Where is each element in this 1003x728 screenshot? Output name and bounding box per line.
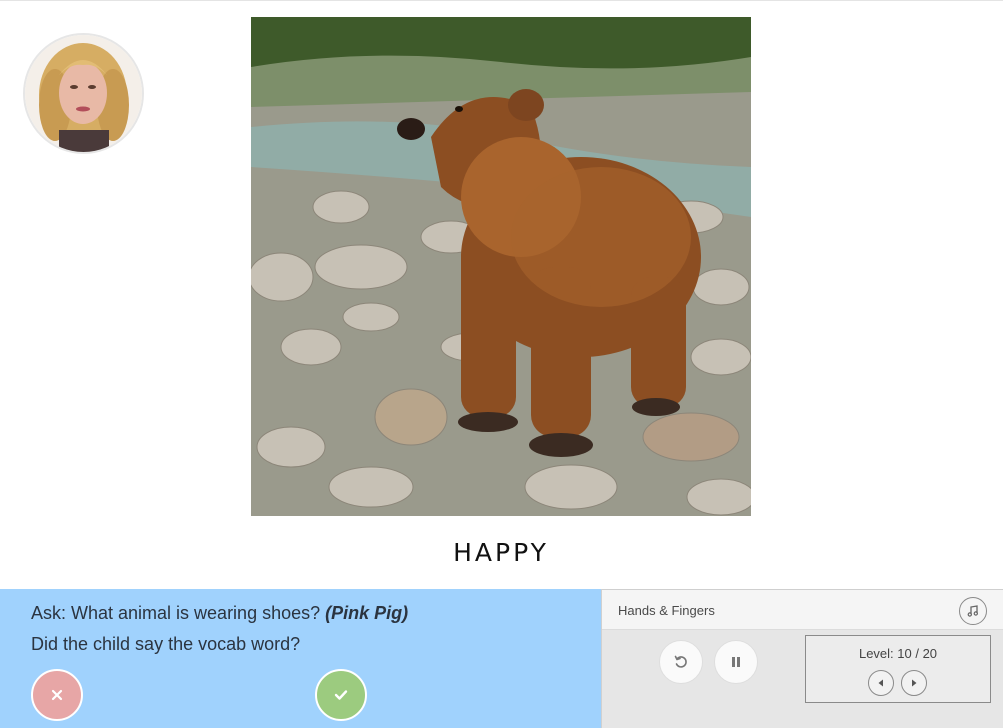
level-indicator: Level: 10 / 20 bbox=[858, 646, 938, 661]
no-button[interactable] bbox=[31, 669, 83, 721]
previous-level-button[interactable] bbox=[868, 670, 894, 696]
music-button[interactable] bbox=[959, 597, 987, 625]
activity-title: Hands & Fingers bbox=[618, 603, 715, 618]
close-icon bbox=[51, 689, 63, 701]
ask-text: Ask: What animal is wearing shoes? bbox=[31, 603, 321, 623]
player-panel: Hands & Fingers Level: 10 / 20 bbox=[601, 589, 1003, 728]
triangle-right-icon bbox=[912, 679, 917, 687]
top-divider bbox=[0, 0, 1003, 1]
restart-button[interactable] bbox=[659, 640, 703, 684]
vocab-image bbox=[251, 17, 751, 516]
pause-icon bbox=[732, 657, 740, 667]
triangle-left-icon bbox=[878, 679, 883, 687]
instructor-avatar bbox=[23, 33, 144, 154]
restart-icon bbox=[674, 655, 687, 668]
yes-button[interactable] bbox=[315, 669, 367, 721]
next-level-button[interactable] bbox=[901, 670, 927, 696]
expected-answer: (Pink Pig) bbox=[325, 603, 409, 623]
vocab-word: HAPPY bbox=[453, 538, 549, 567]
follow-up-question: Did the child say the vocab word? bbox=[31, 634, 301, 654]
music-note-icon bbox=[967, 605, 978, 617]
check-icon bbox=[334, 690, 348, 700]
pause-button[interactable] bbox=[714, 640, 758, 684]
ask-question: Ask: What animal is wearing shoes? (Pink… bbox=[31, 603, 408, 624]
level-box: Level: 10 / 20 bbox=[805, 635, 991, 703]
player-header: Hands & Fingers bbox=[602, 589, 1003, 630]
